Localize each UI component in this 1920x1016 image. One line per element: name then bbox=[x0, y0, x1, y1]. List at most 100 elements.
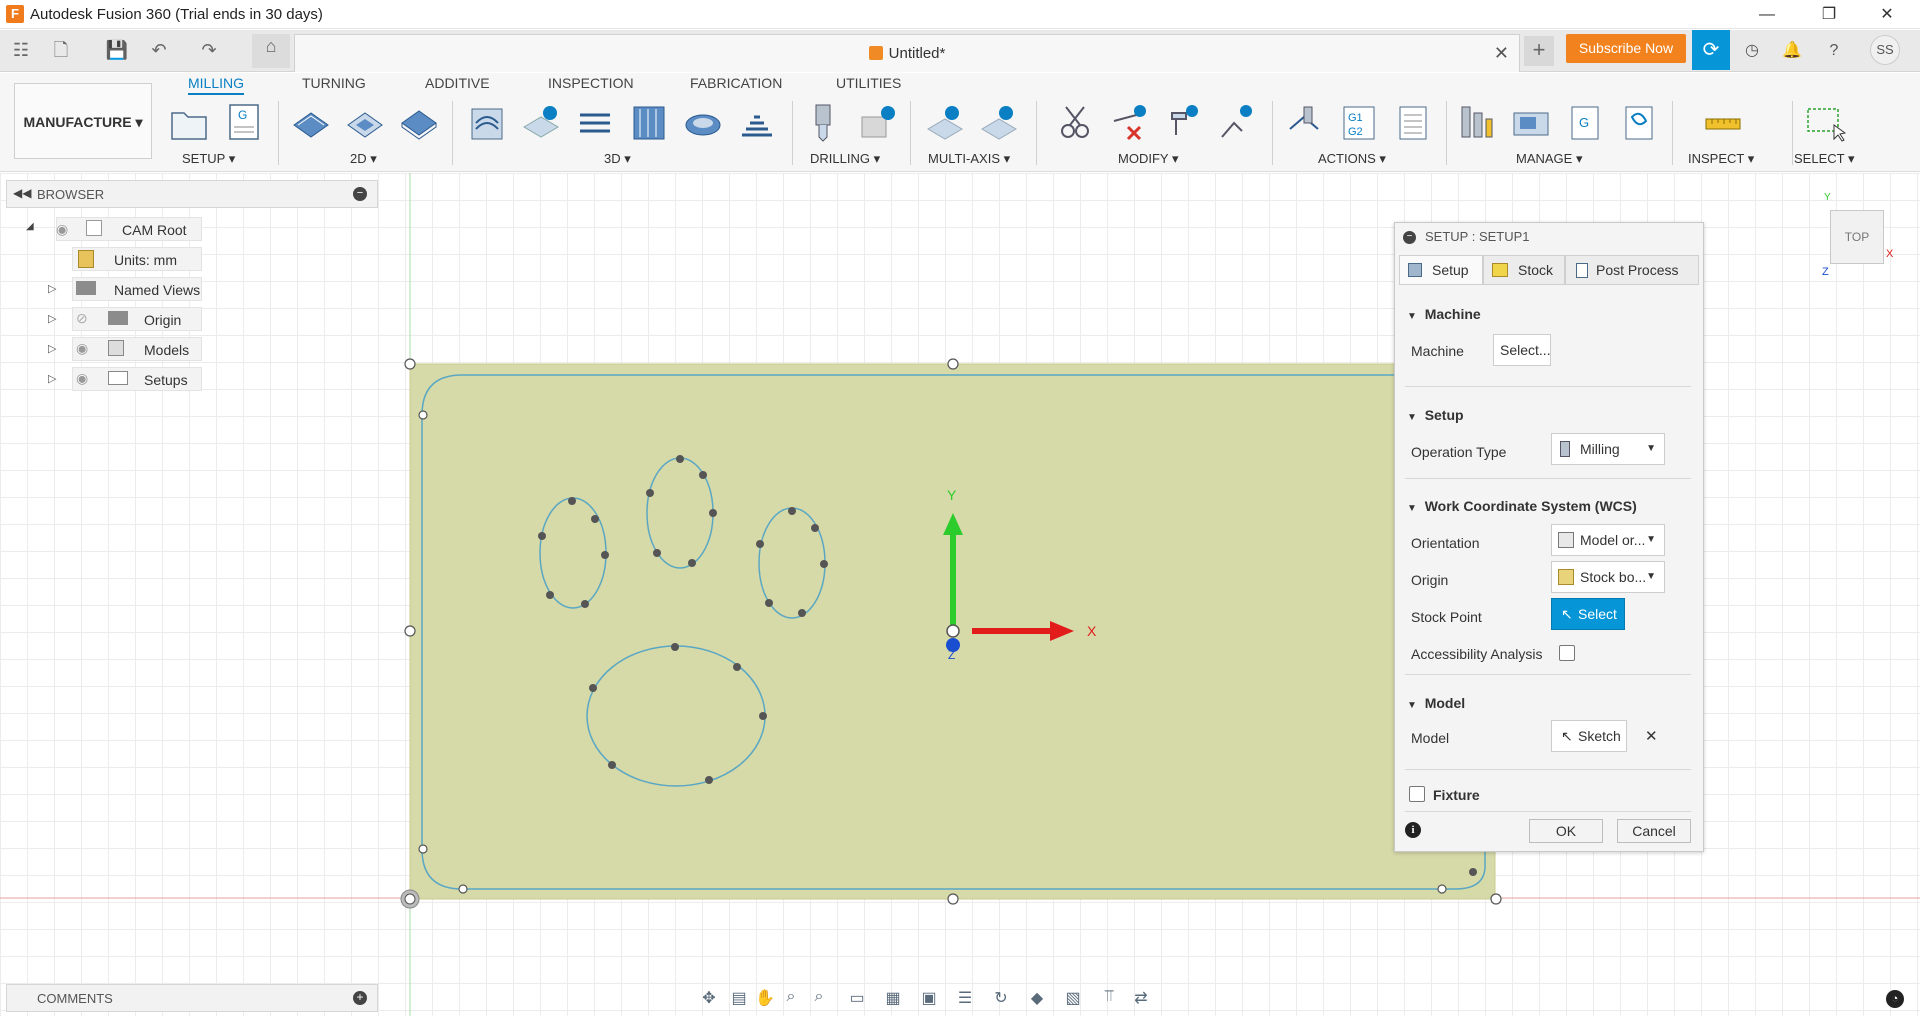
transform-toolpath-icon[interactable] bbox=[1216, 103, 1258, 143]
user-avatar[interactable]: SS bbox=[1870, 35, 1900, 65]
tab-milling[interactable]: MILLING bbox=[188, 75, 245, 95]
eye-icon[interactable]: ◉ bbox=[56, 221, 68, 238]
save-icon[interactable]: 💾 bbox=[104, 38, 130, 62]
tab-turning[interactable]: TURNING bbox=[302, 75, 366, 95]
template-library-icon[interactable] bbox=[1618, 103, 1660, 143]
clock-icon[interactable]: ◷ bbox=[1740, 39, 1764, 63]
cancel-button[interactable]: Cancel bbox=[1617, 819, 1691, 843]
subscribe-now-button[interactable]: Subscribe Now bbox=[1566, 34, 1686, 63]
section-machine[interactable]: ▼ Machine bbox=[1407, 306, 1481, 322]
effects-icon[interactable]: ▧ bbox=[1062, 988, 1084, 1008]
tab-stock[interactable]: Stock bbox=[1483, 255, 1565, 285]
setup-group-label[interactable]: SETUP ▾ bbox=[182, 151, 235, 167]
home-icon[interactable]: ⌂ bbox=[252, 34, 290, 68]
trim-toolpath-icon[interactable] bbox=[1054, 103, 1096, 143]
viewports-icon[interactable]: ▣ bbox=[918, 988, 940, 1008]
contour-icon[interactable] bbox=[736, 103, 778, 143]
add-comment-icon[interactable]: + bbox=[353, 991, 367, 1005]
inspect-group-label[interactable]: INSPECT ▾ bbox=[1688, 151, 1754, 167]
tab-additive[interactable]: ADDITIVE bbox=[425, 75, 490, 95]
job-status-icon[interactable]: ⟳ bbox=[1692, 30, 1730, 70]
machine-library-icon[interactable] bbox=[1510, 103, 1552, 143]
file-menu-icon[interactable]: 🗋 bbox=[48, 38, 74, 62]
fit-icon[interactable]: ⌕ bbox=[808, 988, 830, 1008]
look-at-icon[interactable]: ▤ bbox=[728, 988, 750, 1008]
expand-caret-icon[interactable]: ▷ bbox=[48, 372, 56, 385]
dialog-collapse-icon[interactable]: − bbox=[1403, 231, 1416, 244]
orientation-dropdown[interactable]: Model or... ▼ bbox=[1551, 524, 1665, 556]
help-icon[interactable]: ? bbox=[1822, 39, 1846, 63]
select-group-label[interactable]: SELECT ▾ bbox=[1794, 151, 1855, 167]
nc-program-icon[interactable]: G bbox=[222, 103, 264, 143]
section-wcs[interactable]: ▼ Work Coordinate System (WCS) bbox=[1407, 498, 1637, 514]
operation-type-dropdown[interactable]: Milling ▼ bbox=[1551, 433, 1665, 465]
layers-icon[interactable]: ☰ bbox=[954, 988, 976, 1008]
collapse-panel-icon[interactable]: ◀◀ bbox=[13, 186, 31, 200]
multi-axis-contour-icon[interactable] bbox=[978, 103, 1020, 143]
2d-pocket-icon[interactable] bbox=[344, 103, 386, 143]
tool-display-icon[interactable]: ⫪ bbox=[1098, 988, 1120, 1008]
drill-icon[interactable] bbox=[802, 103, 844, 143]
manage-group-label[interactable]: MANAGE ▾ bbox=[1516, 151, 1583, 167]
section-analysis-icon[interactable]: ◆ bbox=[1026, 988, 1048, 1008]
new-tab-button[interactable]: + bbox=[1524, 36, 1554, 66]
face-icon[interactable] bbox=[398, 103, 440, 143]
eye-icon[interactable]: ◉ bbox=[76, 340, 88, 357]
zoom-icon[interactable]: ⌕ bbox=[780, 988, 802, 1008]
undo-icon[interactable]: ↶ bbox=[146, 38, 172, 62]
tab-utilities[interactable]: UTILITIES bbox=[836, 75, 901, 95]
browser-panel-header[interactable]: ◀◀ BROWSER − bbox=[6, 180, 378, 208]
eye-hidden-icon[interactable]: ⊘ bbox=[76, 310, 88, 327]
tab-post-process[interactable]: Post Process bbox=[1565, 255, 1699, 285]
multi-axis-group-label[interactable]: MULTI-AXIS ▾ bbox=[928, 151, 1010, 167]
activity-icon[interactable]: ◔ bbox=[1886, 990, 1904, 1008]
tab-inspection[interactable]: INSPECTION bbox=[548, 75, 634, 95]
restore-button[interactable]: ❐ bbox=[1806, 2, 1852, 28]
document-tab[interactable]: Untitled* ✕ bbox=[294, 34, 1520, 72]
viewcube-face-top[interactable]: TOP bbox=[1845, 230, 1869, 244]
post-process-icon[interactable]: G1G2 bbox=[1338, 103, 1380, 143]
viewcube[interactable]: TOP bbox=[1830, 210, 1884, 264]
post-library-icon[interactable]: G bbox=[1564, 103, 1606, 143]
ok-button[interactable]: OK bbox=[1529, 819, 1603, 843]
close-window-button[interactable]: ✕ bbox=[1864, 2, 1910, 28]
notifications-icon[interactable]: 🔔 bbox=[1780, 39, 1804, 63]
expand-caret-icon[interactable]: ▷ bbox=[48, 342, 56, 355]
expand-caret-icon[interactable]: ▷ bbox=[48, 282, 56, 295]
expand-caret-icon[interactable]: ▷ bbox=[48, 312, 56, 325]
section-model[interactable]: ▼ Model bbox=[1407, 695, 1465, 711]
measure-icon[interactable] bbox=[1702, 103, 1744, 143]
section-setup[interactable]: ▼ Setup bbox=[1407, 407, 1464, 423]
info-icon[interactable]: i bbox=[1405, 822, 1421, 838]
3d-adaptive-icon[interactable] bbox=[466, 103, 508, 143]
orbit-icon[interactable]: ✥ bbox=[698, 988, 720, 1008]
simulation-display-icon[interactable]: ⇄ bbox=[1130, 988, 1152, 1008]
hole-recognition-icon[interactable] bbox=[856, 103, 898, 143]
new-folder-icon[interactable] bbox=[168, 103, 210, 143]
3d-group-label[interactable]: 3D ▾ bbox=[604, 151, 631, 167]
model-selection[interactable]: ↖ Sketch bbox=[1551, 720, 1627, 752]
app-grid-icon[interactable]: ☷ bbox=[8, 38, 34, 62]
tree-row-origin[interactable] bbox=[72, 307, 202, 331]
browser-minimize-icon[interactable]: − bbox=[353, 187, 367, 201]
tab-fabrication[interactable]: FABRICATION bbox=[690, 75, 782, 95]
accessibility-analysis-checkbox[interactable] bbox=[1559, 645, 1575, 661]
2d-group-label[interactable]: 2D ▾ bbox=[350, 151, 377, 167]
fixture-checkbox[interactable] bbox=[1409, 786, 1425, 802]
parallel-icon[interactable] bbox=[628, 103, 670, 143]
origin-dropdown[interactable]: Stock bo... ▼ bbox=[1551, 561, 1665, 593]
duplicate-toolpath-icon[interactable] bbox=[1162, 103, 1204, 143]
3d-pocket-icon[interactable] bbox=[520, 103, 562, 143]
modify-group-label[interactable]: MODIFY ▾ bbox=[1118, 151, 1178, 167]
comments-panel[interactable]: COMMENTS + bbox=[6, 984, 378, 1012]
minimize-button[interactable]: — bbox=[1744, 2, 1790, 28]
close-tab-icon[interactable]: ✕ bbox=[1494, 43, 1509, 64]
pan-icon[interactable]: ✋ bbox=[754, 988, 776, 1008]
actions-group-label[interactable]: ACTIONS ▾ bbox=[1318, 151, 1386, 167]
expand-caret-icon[interactable]: ◢ bbox=[26, 221, 34, 232]
setup-sheet-icon[interactable] bbox=[1392, 103, 1434, 143]
workspace-switcher[interactable]: MANUFACTURE ▾ bbox=[14, 83, 152, 159]
display-settings-icon[interactable]: ▭ bbox=[846, 988, 868, 1008]
clear-model-icon[interactable]: ✕ bbox=[1645, 727, 1658, 745]
steep-shallow-icon[interactable] bbox=[574, 103, 616, 143]
